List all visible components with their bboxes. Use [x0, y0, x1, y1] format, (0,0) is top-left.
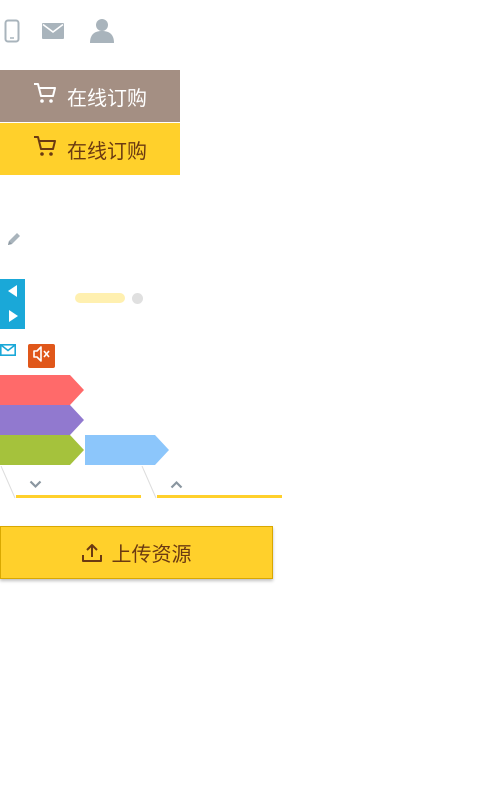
tab-underline [16, 495, 141, 498]
green-arrow-tag[interactable] [0, 435, 84, 465]
upload-icon [81, 543, 112, 563]
cart-icon [33, 82, 57, 110]
cart-icon [33, 135, 57, 163]
prev-arrow-icon[interactable] [8, 285, 17, 297]
slider-dot[interactable] [132, 293, 143, 304]
order-online-label: 在线订购 [67, 87, 147, 110]
slider-arrows [0, 279, 25, 329]
speaker-mute-icon [32, 345, 51, 367]
user-icon[interactable] [90, 17, 114, 43]
pencil-icon[interactable] [6, 231, 22, 252]
slider-dot-active[interactable] [75, 293, 125, 303]
dropdown-tab-expanded[interactable] [141, 466, 282, 500]
tab-underline [157, 495, 282, 498]
red-arrow-tag[interactable] [0, 375, 84, 405]
mute-sound-button[interactable] [28, 344, 55, 368]
order-online-button[interactable]: 在线订购 [0, 123, 180, 175]
chevron-up-icon [170, 476, 183, 494]
blue-arrow-tag[interactable] [85, 435, 169, 465]
mail-icon[interactable] [42, 23, 64, 39]
phone-icon[interactable] [4, 19, 20, 43]
mail-icon[interactable] [0, 343, 16, 361]
upload-resource-label: 上传资源 [111, 544, 192, 566]
order-online-button-hover[interactable]: 在线订购 [0, 70, 180, 122]
chevron-down-icon [29, 476, 42, 494]
upload-resource-button[interactable]: 上传资源 [0, 526, 273, 579]
dropdown-tab-collapsed[interactable] [0, 466, 141, 500]
purple-arrow-tag[interactable] [0, 405, 84, 435]
page: 在线订购 在线订购 上传资源 [0, 0, 500, 800]
order-online-label: 在线订购 [67, 140, 147, 163]
next-arrow-icon[interactable] [9, 310, 18, 322]
